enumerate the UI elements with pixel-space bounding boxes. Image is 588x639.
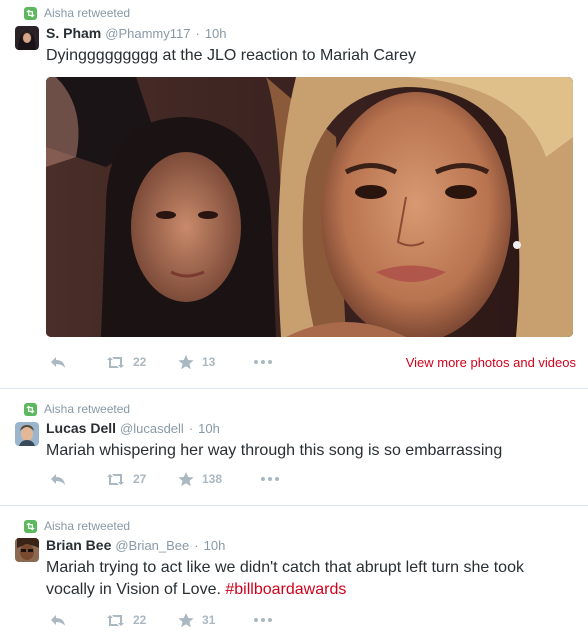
retweet-badge-icon xyxy=(24,519,37,533)
more-button[interactable] xyxy=(254,618,272,622)
reply-icon xyxy=(51,357,65,368)
author-name[interactable]: Brian Bee xyxy=(46,537,111,553)
more-icon xyxy=(254,360,272,364)
author-name[interactable]: Lucas Dell xyxy=(46,420,116,436)
tweet-header: Brian Bee @Brian_Bee · 10h xyxy=(46,537,225,555)
retweet-count: 22 xyxy=(133,613,147,627)
more-button[interactable] xyxy=(261,477,279,481)
star-icon xyxy=(178,612,194,627)
author-name[interactable]: S. Pham xyxy=(46,25,101,41)
favorite-button[interactable]: 13 xyxy=(178,354,216,370)
separator-dot: · xyxy=(188,421,194,436)
retweet-context: Aisha retweeted xyxy=(24,401,130,417)
favorite-count: 13 xyxy=(202,355,216,369)
retweet-context: Aisha retweeted xyxy=(24,5,130,21)
tweet-timestamp[interactable]: 10h xyxy=(198,421,220,436)
tweet-text: Dyinggggggggg at the JLO reaction to Mar… xyxy=(46,45,576,67)
author-username[interactable]: @Brian_Bee xyxy=(115,538,189,553)
retweet-context-label: Aisha retweeted xyxy=(44,6,131,20)
tweet-actions: 22 31 xyxy=(46,610,576,630)
retweet-context-label: Aisha retweeted xyxy=(44,402,131,416)
tweet-photo[interactable] xyxy=(46,77,573,337)
retweet-count: 22 xyxy=(133,355,147,369)
retweet-badge-icon xyxy=(24,6,37,20)
avatar[interactable] xyxy=(15,26,39,50)
tweet-timestamp[interactable]: 10h xyxy=(204,538,226,553)
retweet-button[interactable]: 22 xyxy=(106,613,146,627)
star-icon xyxy=(178,471,194,486)
star-icon xyxy=(178,354,194,369)
photo-image xyxy=(46,77,573,337)
separator-dot: · xyxy=(195,26,200,41)
tweet-text-body: Dyinggggggggg at the JLO reaction to Mar… xyxy=(46,47,416,64)
reply-button[interactable] xyxy=(50,613,66,627)
reply-button[interactable] xyxy=(50,355,66,369)
separator-dot: · xyxy=(194,538,199,553)
retweet-icon xyxy=(107,356,124,368)
avatar[interactable] xyxy=(15,538,39,562)
tweet[interactable]: Aisha retweeted S. Pham @Phammy117 · 10h… xyxy=(0,0,588,388)
avatar[interactable] xyxy=(15,422,39,446)
tweet-header: S. Pham @Phammy117 · 10h xyxy=(46,25,227,43)
favorite-button[interactable]: 138 xyxy=(178,471,223,487)
reply-icon xyxy=(51,615,65,626)
tweet-header: Lucas Dell @lucasdell · 10h xyxy=(46,420,220,438)
author-username[interactable]: @lucasdell xyxy=(120,421,184,436)
tweet-text: Mariah trying to act like we didn't catc… xyxy=(46,557,576,601)
more-icon xyxy=(254,618,272,622)
more-icon xyxy=(261,477,279,481)
author-username[interactable]: @Phammy117 xyxy=(105,26,190,41)
retweet-context: Aisha retweeted xyxy=(24,518,130,534)
tweet-text: Mariah whispering her way through this s… xyxy=(46,440,576,462)
reply-icon xyxy=(51,474,65,485)
retweet-badge-icon xyxy=(24,402,37,416)
tweet[interactable]: Aisha retweeted Lucas Dell @lucasdell · … xyxy=(0,389,588,505)
favorite-button[interactable]: 31 xyxy=(178,612,216,628)
tweet-text-body: Mariah whispering her way through this s… xyxy=(46,442,503,459)
favorite-count: 138 xyxy=(202,472,223,486)
reply-button[interactable] xyxy=(50,472,66,486)
view-more-media-link[interactable]: View more photos and videos xyxy=(406,355,576,370)
tweet[interactable]: Aisha retweeted Brian Bee @Brian_Bee · 1… xyxy=(0,506,588,639)
tweet-actions: 22 13 View more photos and videos xyxy=(46,352,576,372)
retweet-icon xyxy=(107,614,124,626)
retweet-button[interactable]: 27 xyxy=(106,472,146,486)
favorite-count: 31 xyxy=(202,613,216,627)
retweet-count: 27 xyxy=(133,472,147,486)
more-button[interactable] xyxy=(254,360,272,364)
tweet-timestamp[interactable]: 10h xyxy=(205,26,227,41)
retweet-context-label: Aisha retweeted xyxy=(44,519,131,533)
retweet-icon xyxy=(107,473,124,485)
retweet-button[interactable]: 22 xyxy=(106,355,146,369)
hashtag-link[interactable]: #billboardawards xyxy=(225,581,346,598)
tweet-actions: 27 138 xyxy=(46,469,576,489)
